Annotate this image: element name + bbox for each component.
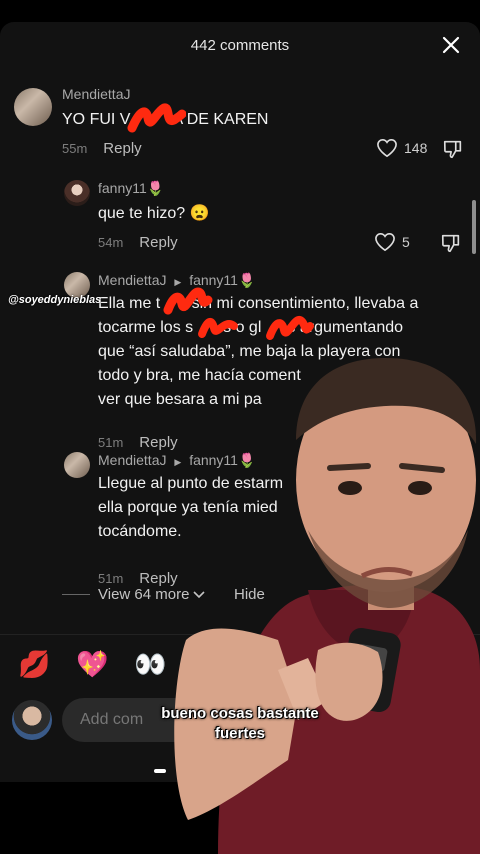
creator-watermark: @soyeddynieblas: [8, 294, 102, 306]
avatar[interactable]: [14, 88, 52, 126]
comment-text: YO FUI VA DE KAREN: [62, 111, 269, 128]
comment-text: que te hizo? 😦: [98, 205, 210, 222]
emoji-sparkling-heart[interactable]: 💖: [76, 649, 108, 680]
comment-meta: 55m Reply: [62, 140, 142, 157]
like-count: 148: [404, 140, 428, 156]
avatar[interactable]: [64, 452, 90, 478]
comment-item: MendiettaJ YO FUI VA DE KAREN 55m Reply …: [0, 80, 480, 170]
comment-time: 54m: [98, 235, 124, 250]
comments-header: 442 comments: [0, 22, 480, 68]
comment-time: 55m: [62, 141, 88, 156]
heart-icon: [375, 232, 395, 252]
avatar: [12, 700, 52, 740]
video-caption: bueno cosas bastante fuertes: [161, 705, 319, 742]
dislike-icon[interactable]: [440, 232, 462, 254]
reply-button[interactable]: Reply: [103, 140, 141, 157]
redaction-scribble: [127, 103, 186, 133]
comment-time: 51m: [98, 571, 124, 586]
comment-username[interactable]: fanny11🌷: [98, 180, 164, 197]
redaction-scribble: [198, 318, 238, 338]
like-button[interactable]: 5: [374, 232, 410, 252]
emoji-kiss[interactable]: 💋: [18, 649, 50, 680]
comment-item: fanny11🌷 que te hizo? 😦 54m Reply 5: [0, 174, 480, 264]
progress-indicator: [154, 769, 166, 773]
comment-username[interactable]: MendiettaJ: [62, 86, 130, 102]
reply-button[interactable]: Reply: [139, 234, 177, 251]
dislike-icon[interactable]: [442, 138, 464, 160]
comment-meta: 54m Reply: [98, 234, 178, 251]
like-button[interactable]: 148: [376, 138, 427, 158]
comment-count: 442 comments: [190, 36, 290, 54]
like-count: 5: [402, 234, 410, 250]
heart-icon: [377, 138, 397, 158]
scrollbar[interactable]: [472, 200, 476, 254]
close-icon[interactable]: [440, 34, 462, 56]
video-screen: 442 comments MendiettaJ YO FUI VA DE KAR…: [0, 0, 480, 854]
avatar[interactable]: [64, 180, 90, 206]
creator-video-overlay: [174, 358, 480, 854]
